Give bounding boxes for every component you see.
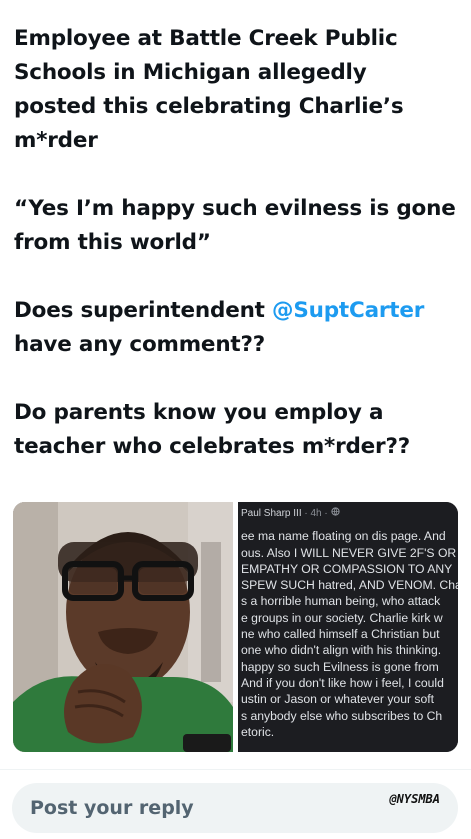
text-line: posted this celebrating Charlie’s <box>14 94 404 119</box>
text-line: Schools in Michigan allegedly <box>14 60 367 85</box>
comment-line: ous. Also I WILL NEVER GIVE 2F'S OR <box>241 545 457 560</box>
comment-line: happy so such Evilness is gone from <box>241 659 439 674</box>
tweet-paragraph: “Yes I’m happy such evilness is gone fro… <box>14 192 462 260</box>
text-line: have any comment?? <box>14 332 266 357</box>
comment-author: Paul Sharp III <box>241 508 302 519</box>
comment-line: e groups in our society. Charlie kirk w <box>241 610 443 625</box>
text-line: from this world” <box>14 230 211 255</box>
tweet-paragraph: Employee at Battle Creek Public Schools … <box>14 22 462 158</box>
mention-link[interactable]: @SuptCarter <box>272 298 424 323</box>
text-line: Employee at Battle Creek Public <box>14 26 398 51</box>
tweet-text: Employee at Battle Creek Public Schools … <box>14 22 462 464</box>
text-line: Do parents know you employ a <box>14 400 384 425</box>
comment-line: s anybody else who subscribes to Ch <box>241 708 443 723</box>
comment-line: EMPATHY OR COMPASSION TO ANY <box>241 561 453 576</box>
person-photo[interactable] <box>13 502 233 752</box>
watermark: @NYSMBA <box>389 792 440 806</box>
comment-screenshot[interactable]: Paul Sharp III · 4h · ee ma name floatin… <box>238 502 458 752</box>
comment-line: s a horrible human being, who attack <box>241 594 441 609</box>
comment-line: SPEW SUCH hatred, AND VENOM. Cha <box>241 578 458 593</box>
media-gallery[interactable]: Paul Sharp III · 4h · ee ma name floatin… <box>13 502 458 752</box>
reply-input[interactable]: Post your reply @NYSMBA <box>12 783 458 833</box>
comment-line: ee ma name floating on dis page. And <box>241 529 446 544</box>
comment-line: ne who called himself a Christian but <box>241 627 440 642</box>
comment-line: And if you don't like how i feel, I coul… <box>241 675 444 690</box>
comment-line: one who didn't align with his thinking. <box>241 643 442 658</box>
comment-meta: · 4h · <box>301 508 331 519</box>
globe-icon <box>330 507 340 519</box>
divider <box>0 769 471 770</box>
comment-line: ustin or Jason or whatever your soft <box>241 692 435 707</box>
text-line: Does superintendent <box>14 298 273 323</box>
tweet-paragraph: Do parents know you employ a teacher who… <box>14 396 462 464</box>
text-line: m*rder <box>14 128 98 153</box>
person-photo-illustration <box>13 502 233 752</box>
comment-header: Paul Sharp III · 4h · <box>241 506 458 522</box>
text-line: teacher who celebrates m*rder?? <box>14 434 411 459</box>
reply-placeholder: Post your reply <box>30 797 194 819</box>
tweet-paragraph: Does superintendent @SuptCarter have any… <box>14 294 462 362</box>
comment-line: etoric. <box>241 724 275 739</box>
text-line: “Yes I’m happy such evilness is gone <box>14 196 456 221</box>
